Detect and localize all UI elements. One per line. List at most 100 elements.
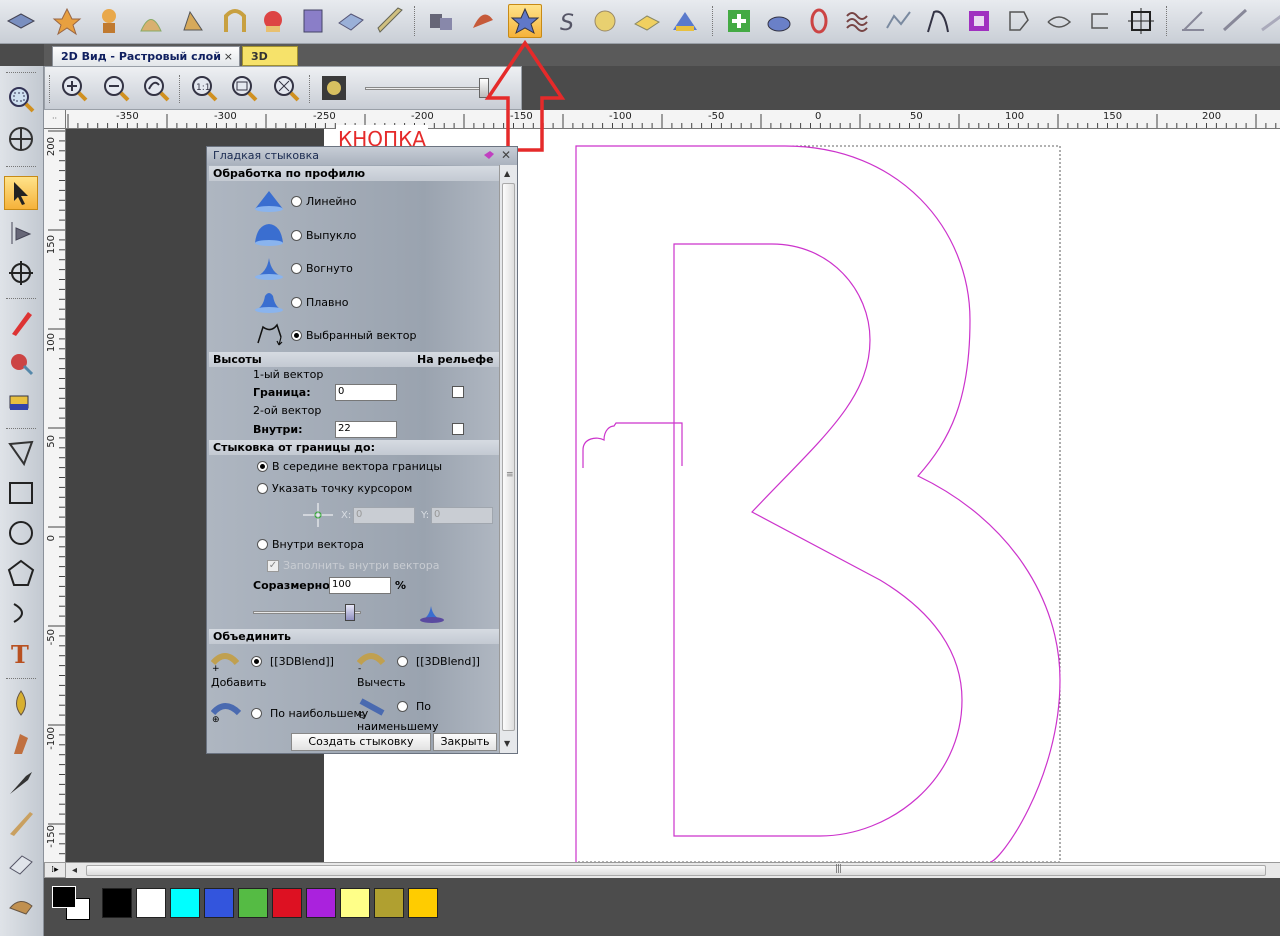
add-relief-icon[interactable] <box>722 4 756 38</box>
profile-convex-option[interactable]: Выпукло <box>291 229 356 242</box>
rotate-relief-icon[interactable] <box>762 4 796 38</box>
relief-tool-6-icon[interactable] <box>256 4 290 38</box>
proportional-input[interactable]: 100 <box>329 577 391 594</box>
smudge-tool-icon[interactable] <box>4 886 38 920</box>
swatch-black[interactable] <box>102 888 132 918</box>
fill-inside-option[interactable]: ✓ Заполнить внутри вектора <box>267 559 439 572</box>
create-join-button[interactable]: Создать стыковку <box>291 733 431 751</box>
crosshair-icon[interactable] <box>301 501 335 529</box>
select-arrow-icon[interactable] <box>4 176 38 210</box>
zoom-window-icon[interactable] <box>4 82 38 116</box>
arc-tool-icon[interactable] <box>4 596 38 630</box>
profile-concave-option[interactable]: Вогнуто <box>291 262 353 275</box>
render-settings-icon[interactable] <box>319 73 349 103</box>
proportional-slider-thumb[interactable] <box>345 604 356 621</box>
join-inside-radio[interactable] <box>257 539 268 550</box>
pin-icon[interactable] <box>483 150 495 160</box>
plane-tool-icon[interactable] <box>630 4 664 38</box>
pencil-draw-icon[interactable] <box>4 306 38 340</box>
border-height-input[interactable]: 0 <box>335 384 397 401</box>
transform-icon[interactable] <box>1124 4 1158 38</box>
zoom-out-icon[interactable] <box>101 73 131 103</box>
swatch-olive[interactable] <box>374 888 404 918</box>
weave-tool-icon[interactable] <box>588 4 622 38</box>
vector-smooth-icon[interactable] <box>1042 4 1076 38</box>
close-dialog-button[interactable]: Закрыть <box>433 733 497 751</box>
swatch-white[interactable] <box>136 888 166 918</box>
profile-selected-vector-radio[interactable] <box>291 330 302 341</box>
angle-tool-icon[interactable] <box>1218 4 1252 38</box>
x-coord-input[interactable]: 0 <box>353 507 415 524</box>
node-edit-icon[interactable] <box>4 216 38 250</box>
swatch-purple[interactable] <box>306 888 336 918</box>
join-inside-option[interactable]: Внутри вектора <box>257 538 364 551</box>
swatch-light-yellow[interactable] <box>340 888 370 918</box>
combine-subtract-option[interactable]: [[3DBlend]] <box>397 655 480 668</box>
profile-convex-radio[interactable] <box>291 230 302 241</box>
shape-tool-icon[interactable] <box>4 4 38 38</box>
tab-2d-view[interactable]: 2D Вид - Растровый слой × <box>52 46 240 66</box>
fill-bucket-icon[interactable] <box>4 346 38 380</box>
combine-max-option[interactable]: По наибольшему <box>251 707 368 720</box>
profile-linear-option[interactable]: Линейно <box>291 195 356 208</box>
ruler-tool-icon[interactable] <box>1256 4 1280 38</box>
zoom-actual-icon[interactable]: 1:1 <box>189 73 219 103</box>
swatch-blue[interactable] <box>204 888 234 918</box>
profile-selected-vector-option[interactable]: Выбранный вектор <box>291 329 416 342</box>
profile-concave-radio[interactable] <box>291 263 302 274</box>
zoom-previous-icon[interactable] <box>141 73 171 103</box>
inside-height-input[interactable]: 22 <box>335 421 397 438</box>
outer-vector[interactable] <box>575 145 1061 862</box>
texture-tool-icon[interactable] <box>668 4 702 38</box>
sketch-relief-icon[interactable] <box>882 4 916 38</box>
drop-tool-icon[interactable] <box>4 686 38 720</box>
relief-tool-10-icon[interactable] <box>424 4 458 38</box>
knife-tool-icon[interactable] <box>4 806 38 840</box>
vector-edit-icon[interactable] <box>1002 4 1036 38</box>
polygon-tool-icon[interactable] <box>4 556 38 590</box>
text-tool-icon[interactable]: T <box>4 636 38 670</box>
sculpt-tool-icon[interactable] <box>4 726 38 760</box>
dialog-scrollbar[interactable]: ▲ ≡ ▼ <box>499 165 517 753</box>
brush-tool-icon[interactable] <box>4 766 38 800</box>
rectangle-tool-icon[interactable] <box>4 476 38 510</box>
s-curve-tool-icon[interactable]: S <box>550 4 584 38</box>
combine-add-option[interactable]: [[3DBlend]] <box>251 655 334 668</box>
frame-relief-icon[interactable] <box>962 4 996 38</box>
join-middle-radio[interactable] <box>257 461 268 472</box>
selected-vector[interactable] <box>582 422 683 468</box>
foreground-background-colors[interactable] <box>52 886 94 920</box>
relief-tool-2-icon[interactable] <box>92 4 126 38</box>
wave-relief-icon[interactable] <box>842 4 876 38</box>
combine-max-radio[interactable] <box>251 708 262 719</box>
relief-tool-3-icon[interactable] <box>134 4 168 38</box>
relief-tool-11-icon[interactable] <box>466 4 500 38</box>
zoom-all-icon[interactable] <box>271 73 301 103</box>
dialog-close-icon[interactable]: ✕ <box>501 148 511 162</box>
combine-subtract-radio[interactable] <box>397 656 408 667</box>
y-coord-input[interactable]: 0 <box>431 507 493 524</box>
swatch-gold[interactable] <box>408 888 438 918</box>
join-middle-option[interactable]: В середине вектора границы <box>257 460 442 473</box>
profile-linear-radio[interactable] <box>291 196 302 207</box>
horizontal-scrollbar[interactable]: ◂ ||| <box>66 862 1280 878</box>
fill-inside-checkbox[interactable]: ✓ <box>267 559 279 572</box>
relief-tool-1-icon[interactable] <box>50 4 84 38</box>
color-picker-icon[interactable] <box>4 386 38 420</box>
scroll-left-arrow-icon[interactable]: ◂ <box>72 865 77 876</box>
profile-smooth-radio[interactable] <box>291 297 302 308</box>
swatch-red[interactable] <box>272 888 302 918</box>
inside-on-relief-checkbox[interactable] <box>452 423 464 435</box>
scroll-down-arrow-icon[interactable]: ▼ <box>504 739 510 748</box>
dialog-title[interactable]: Гладкая стыковка ✕ <box>207 147 517 165</box>
eraser-tool-icon[interactable] <box>4 846 38 880</box>
smooth-join-button[interactable] <box>508 4 542 38</box>
tab-close-icon[interactable]: × <box>224 47 233 66</box>
profile-smooth-option[interactable]: Плавно <box>291 296 348 309</box>
relief-tool-5-icon[interactable] <box>218 4 252 38</box>
swatch-cyan[interactable] <box>170 888 200 918</box>
polyline-icon[interactable] <box>4 436 38 470</box>
zoom-in-icon[interactable] <box>59 73 89 103</box>
foreground-color[interactable] <box>52 886 76 908</box>
ellipse-tool-icon[interactable] <box>4 516 38 550</box>
